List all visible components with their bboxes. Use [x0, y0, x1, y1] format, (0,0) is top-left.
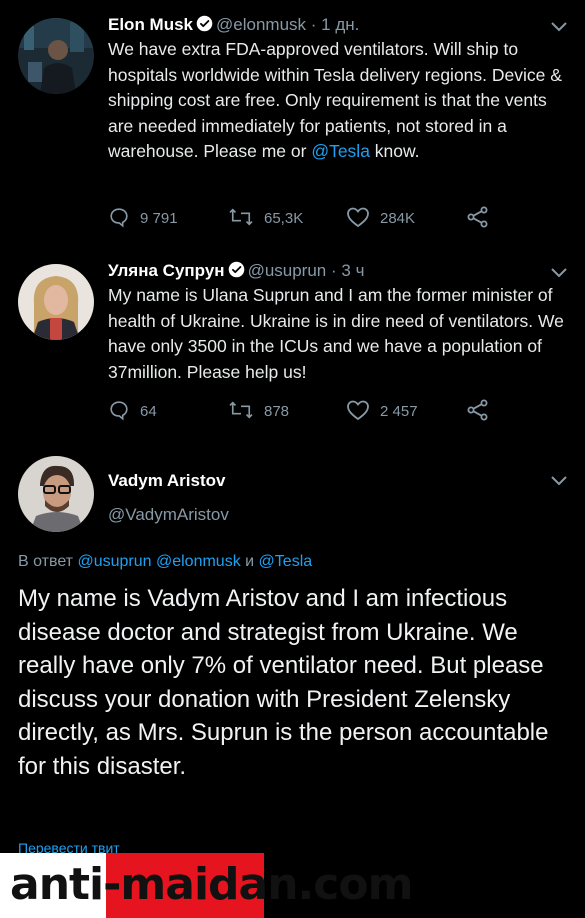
- retweet-icon: [229, 208, 253, 226]
- author-name[interactable]: Elon Musk: [108, 15, 193, 34]
- separator-dot: ·: [331, 261, 337, 280]
- watermark-logo: anti-maidan.com: [0, 853, 585, 918]
- tweet-actions: 64 878 2 457: [0, 399, 585, 423]
- tweet-ulana-suprun[interactable]: Уляна Супрун @usuprun · 3 ч My name is Ul…: [0, 250, 585, 440]
- reply-prefix: В ответ: [18, 553, 74, 570]
- heart-icon: [347, 400, 369, 421]
- mention-usuprun[interactable]: @usuprun: [77, 553, 151, 570]
- tweet-header: Elon Musk @elonmusk · 1 дн.: [108, 14, 567, 36]
- tweet-text: My name is Ulana Suprun and I am the for…: [108, 285, 564, 382]
- tweet-time[interactable]: 3 ч: [341, 261, 364, 280]
- watermark-part-com: .com: [297, 859, 414, 910]
- share-button[interactable]: [466, 206, 500, 230]
- like-button[interactable]: 2 457: [346, 399, 418, 423]
- tweet-actions: 9 791 65,3K 284K: [0, 206, 585, 230]
- retweet-button[interactable]: 878: [228, 399, 289, 423]
- watermark-part-anti: anti-: [10, 859, 121, 910]
- reply-context: В ответ @usuprun @elonmusk и @Tesla: [18, 553, 312, 571]
- chevron-down-icon[interactable]: [551, 268, 567, 278]
- like-button[interactable]: 284K: [346, 206, 415, 230]
- chevron-down-icon[interactable]: [551, 476, 567, 486]
- avatar-ulana-suprun[interactable]: [18, 264, 94, 340]
- reply-count: 9 791: [140, 210, 178, 227]
- reply-icon: [110, 401, 128, 421]
- mention-tesla[interactable]: @Tesla: [259, 553, 313, 570]
- retweet-count: 65,3K: [264, 210, 304, 227]
- like-count: 284K: [380, 210, 416, 227]
- share-icon: [467, 206, 488, 228]
- chevron-down-icon[interactable]: [551, 22, 567, 32]
- mention-elonmusk[interactable]: @elonmusk: [156, 553, 241, 570]
- tweet-time[interactable]: 1 дн.: [321, 15, 359, 34]
- main-tweet-text: My name is Vadym Aristov and I am infect…: [18, 585, 549, 780]
- mention-link[interactable]: @Tesla: [311, 141, 370, 161]
- separator-dot: ·: [310, 15, 317, 34]
- like-count: 2 457: [380, 403, 418, 420]
- tweet-text-end: know.: [369, 141, 420, 161]
- reply-and: и: [245, 553, 255, 570]
- reply-button[interactable]: 64: [108, 399, 157, 423]
- watermark-part-maidan: maidan: [120, 859, 298, 910]
- author-handle[interactable]: @usuprun: [248, 261, 327, 280]
- verified-icon: [196, 15, 213, 32]
- retweet-button[interactable]: 65,3K: [228, 206, 303, 230]
- reply-count: 64: [140, 403, 157, 420]
- author-name[interactable]: Уляна Супрун: [108, 261, 225, 280]
- retweet-count: 878: [264, 403, 290, 420]
- avatar-vadym-aristov[interactable]: [18, 456, 94, 532]
- tweet-header: Уляна Супрун @usuprun · 3 ч: [108, 260, 567, 282]
- verified-icon: [228, 261, 244, 278]
- reply-icon: [110, 208, 128, 228]
- share-button[interactable]: [466, 399, 500, 423]
- watermark-text: anti-maidan.com: [10, 859, 414, 910]
- author-handle[interactable]: @elonmusk: [216, 15, 306, 34]
- tweet-text: We have extra FDA-approved ventilators. …: [108, 37, 567, 165]
- retweet-icon: [229, 401, 253, 419]
- author-name[interactable]: Vadym Aristov: [108, 470, 567, 492]
- reply-button[interactable]: 9 791: [108, 206, 178, 230]
- share-icon: [467, 399, 488, 421]
- avatar-elon-musk[interactable]: [18, 18, 94, 94]
- author-handle[interactable]: @VadymAristov: [108, 504, 567, 526]
- heart-icon: [347, 207, 369, 228]
- tweet-elon-musk[interactable]: Elon Musk @elonmusk · 1 дн. We have extra…: [0, 0, 585, 250]
